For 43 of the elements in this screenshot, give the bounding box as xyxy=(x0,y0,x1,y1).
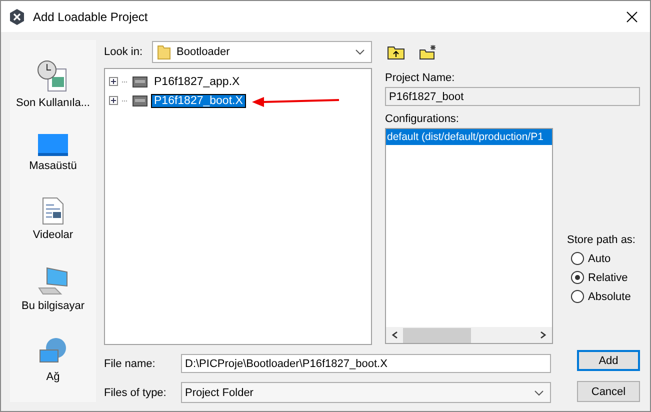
folder-up-icon[interactable] xyxy=(386,44,405,60)
close-icon[interactable] xyxy=(626,10,638,22)
group-label: Store path as: xyxy=(567,234,636,246)
chevron-left-icon[interactable] xyxy=(391,331,399,339)
app-logo-icon xyxy=(9,8,25,24)
list-item[interactable]: default (dist/default/production/P1 xyxy=(386,129,552,145)
chevron-down-icon xyxy=(534,390,544,396)
field-label: File name: xyxy=(104,358,156,370)
desktop-icon xyxy=(38,134,68,156)
radio-option[interactable]: Absolute xyxy=(571,290,636,303)
expand-icon[interactable] xyxy=(109,77,118,86)
chip-icon xyxy=(132,76,148,88)
chevron-down-icon xyxy=(354,49,365,55)
expand-icon[interactable] xyxy=(109,96,118,105)
place-item[interactable]: Son Kullanıla... xyxy=(16,96,90,109)
look-in-dropdown[interactable]: Bootloader xyxy=(152,41,372,63)
dialog-button[interactable]: Cancel xyxy=(577,381,640,402)
file-type-dropdown[interactable]: Project Folder xyxy=(181,382,551,403)
window-title: Add Loadable Project xyxy=(33,10,149,24)
folder-icon xyxy=(156,44,171,60)
place-item[interactable]: Ağ xyxy=(46,371,60,384)
place-item[interactable]: Masaüstü xyxy=(29,160,77,172)
chevron-right-icon[interactable] xyxy=(539,331,547,339)
new-folder-icon[interactable] xyxy=(418,44,437,60)
tree-connector-line xyxy=(122,100,128,102)
radio-option[interactable]: Auto xyxy=(571,252,636,265)
field-label: Files of type: xyxy=(104,386,168,398)
field-label: Configurations: xyxy=(385,113,460,125)
file-name-field[interactable]: D:\PICProje\Bootloader\P16f1827_boot.X xyxy=(181,354,551,373)
field-label: Look in: xyxy=(104,46,143,58)
place-item[interactable]: Bu bilgisayar xyxy=(22,300,84,312)
project-name-field[interactable]: P16f1827_boot xyxy=(385,87,640,106)
computer-icon xyxy=(36,266,69,296)
place-item[interactable]: Videolar xyxy=(32,228,74,241)
document-icon xyxy=(42,196,64,225)
dialog-button[interactable]: Add xyxy=(577,350,640,371)
tree-connector-line xyxy=(122,80,128,82)
chip-icon xyxy=(132,94,148,106)
tree-item[interactable]: P16f1827_boot.X xyxy=(152,94,245,106)
tree-item[interactable]: P16f1827_app.X xyxy=(152,76,242,88)
horizontal-scrollbar[interactable] xyxy=(386,327,552,343)
field-label: Project Name: xyxy=(385,72,456,84)
radio-option[interactable]: Relative xyxy=(571,271,636,284)
